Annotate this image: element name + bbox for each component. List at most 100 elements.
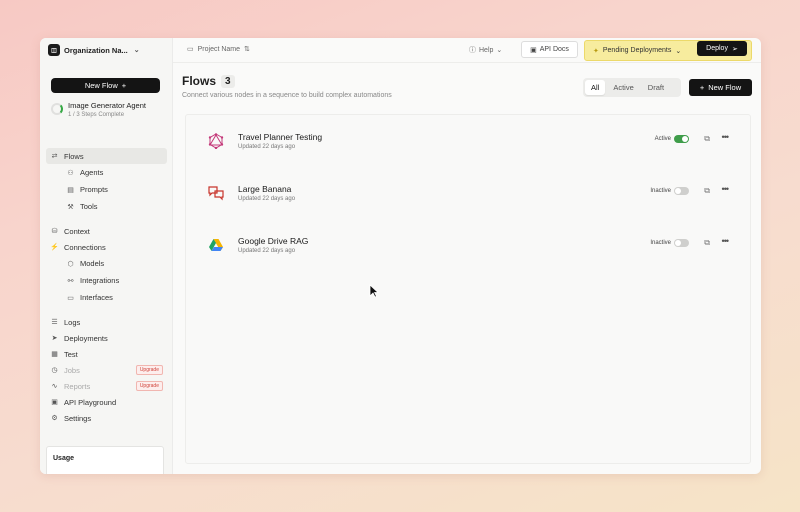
new-flow-button[interactable]: + New Flow <box>689 79 752 96</box>
send-icon: ➤ <box>51 335 58 342</box>
flow-updated: Updated 22 days ago <box>238 248 296 254</box>
chevron-down-icon: ⌄ <box>496 47 503 54</box>
help-label: Help <box>479 46 494 54</box>
document-icon: ▤ <box>67 186 74 194</box>
usage-card: Usage <box>46 446 164 474</box>
plus-icon: + <box>121 81 127 90</box>
deploy-label: Deploy <box>706 45 728 52</box>
sidebar-item-deployments[interactable]: ➤ Deployments <box>46 330 167 346</box>
sidebar-item-settings[interactable]: ⚙ Settings <box>46 410 167 426</box>
more-options-icon[interactable]: ••• <box>722 184 730 194</box>
sidebar-item-agents[interactable]: ⚇ Agents <box>46 164 167 181</box>
flow-updated: Updated 22 days ago <box>238 196 296 202</box>
sidebar-item-prompts[interactable]: ▤ Prompts <box>46 181 167 198</box>
top-bar: ▭ Project Name ⇅ ⓘ Help ⌄ ▣ API Docs ✦ P… <box>173 38 761 63</box>
sidebar-item-label: Integrations <box>80 276 120 285</box>
folder-icon: ▭ <box>187 46 194 53</box>
copy-icon[interactable]: ⧉ <box>704 238 710 248</box>
flow-active-toggle[interactable] <box>674 187 689 195</box>
sidebar-item-logs[interactable]: ☰ Logs <box>46 314 167 330</box>
sidebar-item-jobs[interactable]: ◷ Jobs Upgrade <box>46 362 167 378</box>
sidebar-item-label: Models <box>80 259 105 268</box>
app-window: ◫ Organization Na... ⌄ New Flow + Image … <box>40 38 761 474</box>
sidebar-item-test[interactable]: ▦ Test <box>46 346 167 362</box>
sidebar-item-label: Reports <box>64 381 91 391</box>
sidebar-item-api-playground[interactable]: ▣ API Playground <box>46 394 167 410</box>
copy-icon[interactable]: ⧉ <box>704 186 710 196</box>
org-name: Organization Na... <box>64 45 128 55</box>
page-subtitle: Connect various nodes in a sequence to b… <box>182 92 392 99</box>
table-icon: ▦ <box>51 351 58 358</box>
sidebar-item-label: Test <box>64 349 78 359</box>
chevron-down-icon: ⌄ <box>133 47 140 54</box>
page-title-text: Flows <box>182 74 217 88</box>
filter-tab-draft[interactable]: Draft <box>642 80 670 95</box>
sidebar-item-flows[interactable]: ⇄ Flows <box>46 148 167 164</box>
deploy-button[interactable]: Deploy ➢ <box>697 41 747 56</box>
flow-row[interactable]: Google Drive RAG Updated 22 days ago Inact… <box>208 235 732 259</box>
sidebar-item-label: Jobs <box>64 365 80 375</box>
pending-label: Pending Deployments <box>602 47 672 54</box>
flow-status: Inactive <box>650 188 671 194</box>
upgrade-badge[interactable]: Upgrade <box>135 365 163 375</box>
onboarding-agent-progress[interactable]: Image Generator Agent 1 / 3 Steps Comple… <box>51 101 146 118</box>
sidebar-item-models[interactable]: ⬡ Models <box>46 255 167 272</box>
flow-icon: ⇄ <box>51 153 58 160</box>
flow-row[interactable]: Large Banana Updated 22 days ago Inactive ⧉… <box>208 183 732 207</box>
database-icon: ⛁ <box>51 228 58 235</box>
flow-active-toggle[interactable] <box>674 135 689 143</box>
sidebar-item-label: Logs <box>64 317 81 327</box>
plus-icon: + <box>699 83 705 92</box>
filter-tab-active[interactable]: Active <box>607 80 639 95</box>
org-logo: ◫ <box>48 44 60 56</box>
filter-tabs: All Active Draft <box>583 78 681 97</box>
sidebar-item-tools[interactable]: ⚒ Tools <box>46 198 167 215</box>
robot-icon: ⚇ <box>67 169 74 177</box>
new-flow-sidebar-button[interactable]: New Flow + <box>51 78 160 93</box>
filter-tab-all[interactable]: All <box>585 80 606 95</box>
api-docs-label: API Docs <box>539 46 569 53</box>
flow-name[interactable]: Travel Planner Testing <box>238 132 322 142</box>
flow-name[interactable]: Google Drive RAG <box>238 236 308 246</box>
sidebar-item-label: Connections <box>64 242 106 252</box>
cube-icon: ⬡ <box>67 260 74 268</box>
sidebar-item-label: Tools <box>80 202 98 211</box>
project-name: Project Name <box>197 45 241 53</box>
list-icon: ☰ <box>51 319 58 326</box>
sort-icon: ⇅ <box>244 46 250 53</box>
sidebar-item-interfaces[interactable]: ▭ Interfaces <box>46 289 167 306</box>
sidebar-item-integrations[interactable]: ⚯ Integrations <box>46 272 167 289</box>
flow-name[interactable]: Large Banana <box>238 184 291 194</box>
org-switcher[interactable]: ◫ Organization Na... ⌄ <box>48 44 140 56</box>
sidebar-nav: ⇄ Flows ⚇ Agents ▤ Prompts ⚒ Tools ⛁ Context ⚡ Conn… <box>46 148 167 426</box>
gear-icon: ⚙ <box>51 415 58 422</box>
project-selector[interactable]: ▭ Project Name ⇅ <box>187 45 250 54</box>
sidebar-item-connections[interactable]: ⚡ Connections <box>46 239 167 255</box>
api-docs-button[interactable]: ▣ API Docs <box>521 41 578 58</box>
flow-active-toggle[interactable] <box>674 239 689 247</box>
more-options-icon[interactable]: ••• <box>722 236 730 246</box>
sidebar-item-label: Deployments <box>64 333 108 343</box>
terminal-icon: ▣ <box>51 399 58 406</box>
activity-icon: ∿ <box>51 383 58 390</box>
clock-icon: ◷ <box>51 367 58 374</box>
copy-icon[interactable]: ⧉ <box>704 134 710 144</box>
sidebar-item-label: Agents <box>80 168 104 177</box>
upgrade-badge[interactable]: Upgrade <box>135 381 163 391</box>
help-menu[interactable]: ⓘ Help ⌄ <box>469 45 502 55</box>
help-icon: ⓘ <box>469 47 476 54</box>
sidebar-item-label: Context <box>64 226 90 236</box>
sidebar-item-label: Interfaces <box>80 293 113 302</box>
new-flow-sidebar-label: New Flow <box>84 81 118 90</box>
chat-bubbles-icon <box>208 185 224 201</box>
flow-row[interactable]: Travel Planner Testing Updated 22 days ag… <box>208 131 732 155</box>
page-title: Flows 3 <box>182 74 235 88</box>
agent-steps: 1 / 3 Steps Complete <box>68 112 125 118</box>
progress-ring-icon <box>51 103 63 115</box>
google-drive-icon <box>208 237 224 253</box>
sidebar-item-context[interactable]: ⛁ Context <box>46 223 167 239</box>
sidebar-item-reports[interactable]: ∿ Reports Upgrade <box>46 378 167 394</box>
plug-icon: ⚡ <box>50 244 59 251</box>
more-options-icon[interactable]: ••• <box>722 132 730 142</box>
new-flow-label: New Flow <box>708 83 742 92</box>
